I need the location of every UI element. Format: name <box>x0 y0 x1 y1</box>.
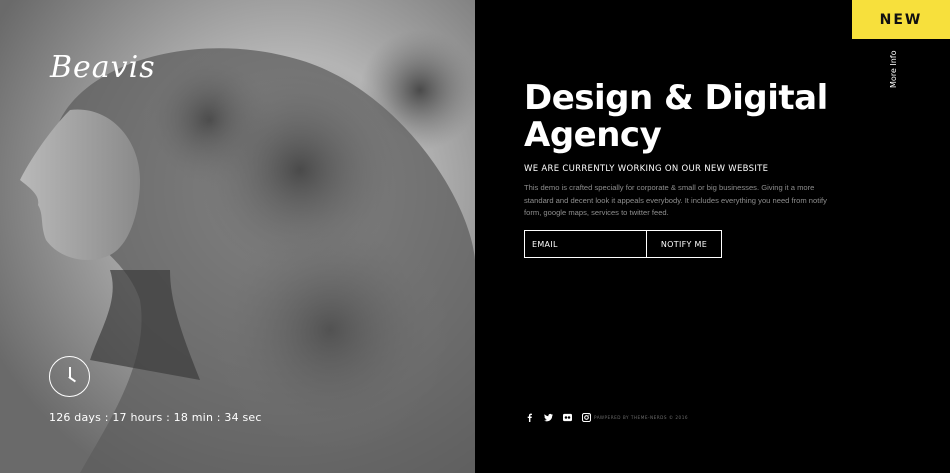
new-badge[interactable]: NEW <box>852 0 950 39</box>
page-title: Design & Digital Agency <box>524 78 828 155</box>
flickr-icon[interactable] <box>562 412 572 422</box>
brand-logo[interactable]: Beavis <box>50 50 156 85</box>
instagram-icon[interactable] <box>581 412 591 422</box>
countdown-timer: 126 days : 17 hours : 18 min : 34 sec <box>49 411 262 424</box>
social-links <box>524 412 591 422</box>
footer-credit: PAWPERED BY THEME-NERDS © 2016 <box>594 415 689 420</box>
notify-button[interactable]: NOTIFY ME <box>647 231 721 257</box>
facebook-icon[interactable] <box>524 412 534 422</box>
more-info-link[interactable]: More Info <box>889 48 901 88</box>
email-field[interactable] <box>525 231 647 257</box>
twitter-icon[interactable] <box>543 412 553 422</box>
clock-icon <box>49 356 90 397</box>
page-subtitle: WE ARE CURRENTLY WORKING ON OUR NEW WEBS… <box>524 164 769 174</box>
hero-image-panel: Beavis 126 days : 17 hours : 18 min : 34… <box>0 0 475 473</box>
notify-form: NOTIFY ME <box>524 230 722 258</box>
page-description: This demo is crafted specially for corpo… <box>524 183 827 217</box>
